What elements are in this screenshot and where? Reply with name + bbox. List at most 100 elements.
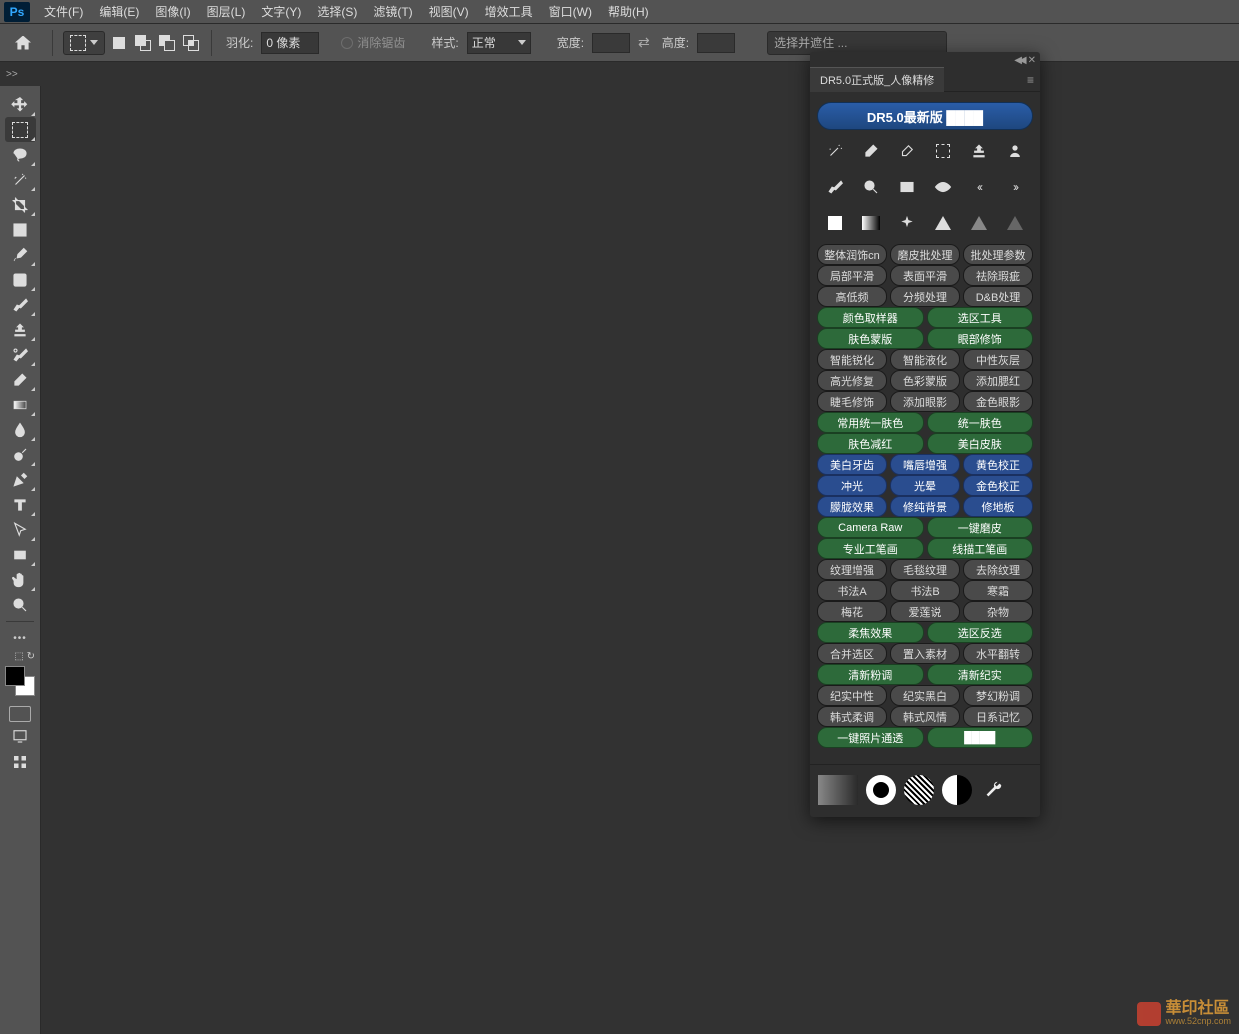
action-button[interactable]: 智能液化 <box>890 349 960 370</box>
panel-menu-icon[interactable]: ≡ <box>1027 73 1034 87</box>
action-button[interactable]: 整体润饰cn <box>817 244 887 265</box>
menu-edit[interactable]: 编辑(E) <box>91 0 147 24</box>
action-button[interactable]: 肤色减红 <box>817 433 924 454</box>
action-button[interactable]: 一键照片通透 <box>817 727 924 748</box>
action-button[interactable]: 祛除瑕疵 <box>963 265 1033 286</box>
hand-tool[interactable] <box>5 567 36 592</box>
action-button[interactable]: 光晕 <box>890 475 960 496</box>
intersect-selection[interactable] <box>181 33 201 53</box>
menu-type[interactable]: 文字(Y) <box>253 0 309 24</box>
action-button[interactable]: 美白牙齿 <box>817 454 887 475</box>
action-button[interactable]: 表面平滑 <box>890 265 960 286</box>
type-tool[interactable] <box>5 492 36 517</box>
action-button[interactable]: 清新纪实 <box>927 664 1034 685</box>
move-tool[interactable] <box>5 92 36 117</box>
action-button[interactable]: 专业工笔画 <box>817 538 924 559</box>
dodge-tool[interactable] <box>5 442 36 467</box>
swap-colors-icon[interactable]: ⬚ ↻ <box>3 651 37 662</box>
magic-wand-tool[interactable] <box>5 167 36 192</box>
menu-help[interactable]: 帮助(H) <box>600 0 657 24</box>
swap-icon[interactable]: ⇄ <box>634 34 654 51</box>
action-button[interactable]: 睫毛修饰 <box>817 391 887 412</box>
action-button[interactable]: 清新粉调 <box>817 664 924 685</box>
action-button[interactable]: 爱莲说 <box>890 601 960 622</box>
person-stamp-icon[interactable] <box>1004 140 1026 162</box>
action-button[interactable]: 置入素材 <box>890 643 960 664</box>
action-button[interactable]: 去除纹理 <box>963 559 1033 580</box>
action-button[interactable]: 书法A <box>817 580 887 601</box>
zoom-tool[interactable] <box>5 592 36 617</box>
menu-image[interactable]: 图像(I) <box>147 0 198 24</box>
action-button[interactable]: 合并选区 <box>817 643 887 664</box>
gradient-tool[interactable] <box>5 392 36 417</box>
action-button[interactable]: 韩式风情 <box>890 706 960 727</box>
triangle1-icon[interactable] <box>932 212 954 234</box>
style-select[interactable]: 正常 <box>467 32 531 54</box>
action-button[interactable]: 智能锐化 <box>817 349 887 370</box>
color-swatches[interactable] <box>3 664 37 698</box>
action-button[interactable]: 选区工具 <box>927 307 1034 328</box>
action-button[interactable]: 书法B <box>890 580 960 601</box>
lasso-tool[interactable] <box>5 142 36 167</box>
action-button[interactable]: 纪实中性 <box>817 685 887 706</box>
action-button[interactable]: 选区反选 <box>927 622 1034 643</box>
action-button[interactable]: 添加眼影 <box>890 391 960 412</box>
edit-toolbar[interactable]: ••• <box>5 626 36 651</box>
action-button[interactable]: 磨皮批处理 <box>890 244 960 265</box>
close-panel-icon[interactable]: ✕ <box>1028 55 1036 66</box>
action-button[interactable]: 肤色蒙版 <box>817 328 924 349</box>
sparkle-icon[interactable] <box>896 212 918 234</box>
healing-brush-tool[interactable] <box>5 267 36 292</box>
action-button[interactable]: 冲光 <box>817 475 887 496</box>
action-button[interactable]: 高低频 <box>817 286 887 307</box>
action-button[interactable]: 高光修复 <box>817 370 887 391</box>
action-button[interactable]: 纪实黑白 <box>890 685 960 706</box>
action-button[interactable]: 梦幻粉调 <box>963 685 1033 706</box>
marquee-dashed-icon[interactable] <box>932 140 954 162</box>
action-button[interactable]: 分频处理 <box>890 286 960 307</box>
prev-icon[interactable]: ‹‹ <box>968 176 990 198</box>
action-button[interactable]: 局部平滑 <box>817 265 887 286</box>
subtract-from-selection[interactable] <box>157 33 177 53</box>
action-button[interactable]: 韩式柔调 <box>817 706 887 727</box>
action-button[interactable]: 眼部修饰 <box>927 328 1034 349</box>
action-button[interactable]: 添加腮红 <box>963 370 1033 391</box>
foreground-swatch[interactable] <box>5 666 25 686</box>
add-to-selection[interactable] <box>133 33 153 53</box>
action-button[interactable]: 梅花 <box>817 601 887 622</box>
action-button[interactable]: 修地板 <box>963 496 1033 517</box>
action-button[interactable]: 金色校正 <box>963 475 1033 496</box>
solid-icon[interactable] <box>824 212 846 234</box>
extras-icon[interactable] <box>10 752 30 772</box>
footer-hatch-icon[interactable] <box>904 775 934 805</box>
stamp-icon[interactable] <box>968 140 990 162</box>
action-button[interactable]: 修纯背景 <box>890 496 960 517</box>
action-button[interactable]: 中性灰层 <box>963 349 1033 370</box>
eye-icon[interactable] <box>932 176 954 198</box>
action-button[interactable]: 统一肤色 <box>927 412 1034 433</box>
wand-sparkle-icon[interactable] <box>824 140 846 162</box>
footer-gradient-icon[interactable] <box>818 775 858 805</box>
crop-tool[interactable] <box>5 192 36 217</box>
footer-half-icon[interactable] <box>942 775 972 805</box>
feather-input[interactable] <box>261 32 319 54</box>
footer-settings-icon[interactable] <box>980 777 1006 803</box>
action-button[interactable]: 毛毯纹理 <box>890 559 960 580</box>
brush-tool[interactable] <box>5 292 36 317</box>
triangle2-icon[interactable] <box>968 212 990 234</box>
action-button[interactable]: D&B处理 <box>963 286 1033 307</box>
marquee-tool[interactable] <box>5 117 36 142</box>
frame-tool[interactable] <box>5 217 36 242</box>
select-and-mask-button[interactable]: 选择并遮住 ... <box>767 31 947 55</box>
canvas-area[interactable] <box>41 86 1239 1034</box>
split-icon[interactable] <box>896 176 918 198</box>
menu-filter[interactable]: 滤镜(T) <box>365 0 420 24</box>
action-button[interactable]: 批处理参数 <box>963 244 1033 265</box>
clone-stamp-tool[interactable] <box>5 317 36 342</box>
loupe-icon[interactable] <box>860 176 882 198</box>
action-button[interactable]: 水平翻转 <box>963 643 1033 664</box>
action-button[interactable]: 纹理增强 <box>817 559 887 580</box>
menu-select[interactable]: 选择(S) <box>309 0 365 24</box>
version-button[interactable]: DR5.0最新版 ████ <box>817 102 1033 130</box>
collapse-tabs-icon[interactable]: >> <box>0 69 24 80</box>
